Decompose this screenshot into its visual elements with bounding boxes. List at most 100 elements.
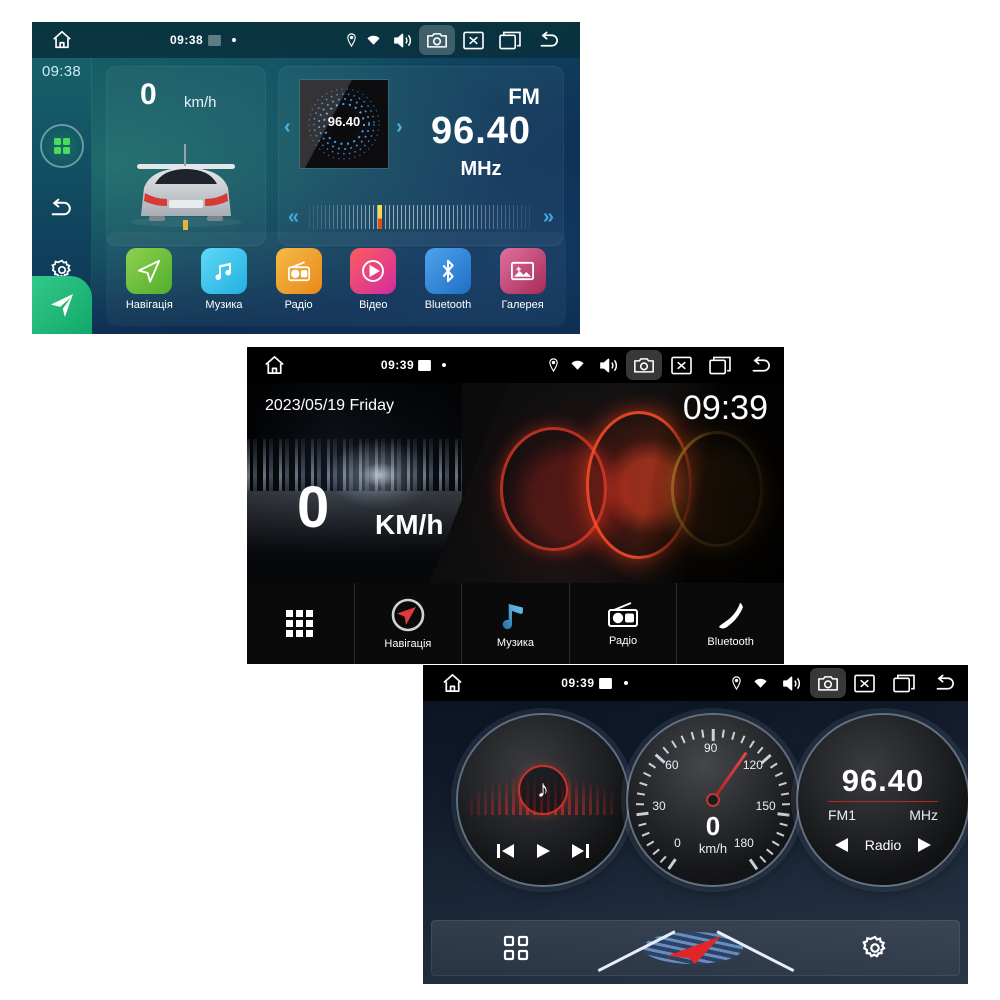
image-icon <box>595 665 618 701</box>
app-shortcut-radio[interactable]: Радіо <box>266 247 332 311</box>
app-tile <box>424 247 471 294</box>
status-clock: 09:39 <box>380 358 415 372</box>
speedometer-tick <box>731 731 736 740</box>
tuner-scale[interactable] <box>309 205 533 229</box>
app-tile <box>350 247 397 294</box>
apps-grid-icon <box>286 609 314 637</box>
recents-icon[interactable] <box>884 665 924 701</box>
speedometer-dial[interactable]: 0 30 60 90 120 150 180 0 km/h <box>628 715 798 885</box>
dock-label: Музика <box>496 637 535 649</box>
back-icon[interactable] <box>529 22 571 58</box>
speedometer-tick <box>759 855 767 863</box>
status-clock: 09:38 <box>170 33 204 47</box>
bluetooth-icon <box>442 259 454 282</box>
navigation-arrow-icon <box>51 294 73 317</box>
radio-card[interactable]: 96.40 ‹ › FM 96.40 MHz « » <box>278 66 564 246</box>
speed-unit: km/h <box>184 94 217 111</box>
home-icon[interactable] <box>247 347 303 383</box>
speedometer-tick <box>701 729 705 738</box>
radio-dial[interactable]: 96.40 FM1 MHz Radio <box>798 715 968 885</box>
speedometer-tick <box>748 740 755 749</box>
navigation-arrow-icon <box>138 259 161 283</box>
speed-value: 0 <box>297 475 330 540</box>
speedometer-hub <box>706 793 720 807</box>
prev-track-icon[interactable] <box>497 843 515 859</box>
music-note-icon <box>503 604 524 630</box>
close-icon[interactable] <box>455 22 491 58</box>
dock-item-bluetooth[interactable]: Bluetooth <box>676 583 784 664</box>
left-sidebar: 09:38 <box>32 58 92 334</box>
speedometer-tick <box>778 781 787 787</box>
app-shortcut-navigation[interactable]: Навігація <box>116 247 182 311</box>
speedometer-tick <box>671 740 678 749</box>
app-label: Галерея <box>501 298 544 311</box>
close-icon[interactable] <box>846 665 884 701</box>
dock-item-apps[interactable] <box>431 935 601 961</box>
speedometer-tick <box>636 792 646 796</box>
next-station-button[interactable]: › <box>396 116 403 139</box>
volume-icon[interactable] <box>385 22 419 58</box>
tuner-row: « » <box>278 202 564 232</box>
app-shortcut-bar: Навігація Музика Радіо Відео Bluetooth Г… <box>106 232 566 326</box>
dock-item-navigation[interactable]: Навігація <box>353 583 462 664</box>
dock-item-radio[interactable]: Радіо <box>568 583 677 664</box>
sidebar-navigation-button[interactable] <box>32 276 92 334</box>
speedometer-tick <box>780 792 790 796</box>
dock-item-settings[interactable] <box>791 934 961 962</box>
dock-item-apps[interactable] <box>247 583 354 664</box>
seek-forward-button[interactable]: » <box>533 206 564 229</box>
volume-icon[interactable] <box>590 347 626 383</box>
music-note-button[interactable]: ♪ <box>518 765 568 815</box>
seek-back-button[interactable]: « <box>278 206 309 229</box>
radio-frequency: 96.40 <box>841 763 925 798</box>
radio-frequency: 96.40 <box>430 110 532 152</box>
play-icon[interactable] <box>535 843 551 859</box>
location-icon <box>542 347 564 383</box>
app-shortcut-gallery[interactable]: Галерея <box>490 247 556 311</box>
back-icon <box>51 198 71 215</box>
camera-icon[interactable] <box>626 350 662 380</box>
camera-icon[interactable] <box>419 25 456 55</box>
app-shortcut-video[interactable]: Відео <box>340 247 406 311</box>
back-icon[interactable] <box>924 665 968 701</box>
app-tile <box>275 247 322 294</box>
recents-icon[interactable] <box>700 347 740 383</box>
sidebar-apps-button[interactable] <box>32 122 92 170</box>
prev-station-button[interactable]: ‹ <box>284 116 291 139</box>
home-icon[interactable] <box>423 665 481 701</box>
camera-icon[interactable] <box>809 668 846 698</box>
dock-item-navigation[interactable] <box>597 924 794 972</box>
app-shortcut-bluetooth[interactable]: Bluetooth <box>415 247 481 311</box>
main-area: 0 km/h 96.40 ‹ › FM 96.40 MHz « » Навіга… <box>92 58 580 334</box>
bottom-dock: Навігація Музика Радіо Bluetooth <box>247 583 784 664</box>
speed-card[interactable]: 0 km/h <box>106 66 266 246</box>
music-dial[interactable]: ♪ <box>458 715 628 885</box>
speedometer-tick <box>654 753 666 764</box>
prev-station-icon[interactable] <box>834 837 849 853</box>
car-illustration <box>130 144 242 230</box>
app-shortcut-music[interactable]: Музика <box>191 247 257 311</box>
app-label: Bluetooth <box>424 298 472 311</box>
next-track-icon[interactable] <box>571 843 589 859</box>
volume-icon[interactable] <box>774 665 810 701</box>
navigation-arrow-icon <box>666 936 721 964</box>
image-icon <box>203 22 225 58</box>
album-art: 96.40 <box>300 80 388 168</box>
sidebar-clock: 09:38 <box>41 63 82 80</box>
location-icon <box>726 665 748 701</box>
bottom-dock <box>431 920 960 976</box>
close-icon[interactable] <box>662 347 700 383</box>
status-bar: 09:39 <box>423 665 968 701</box>
next-station-icon[interactable] <box>917 837 932 853</box>
dot-icon <box>436 347 452 383</box>
app-label: Відео <box>359 298 388 311</box>
sidebar-back-button[interactable] <box>32 188 92 228</box>
speedometer-tick <box>749 858 759 870</box>
radio-icon <box>608 602 639 627</box>
radio-unit: MHz <box>909 807 938 823</box>
home-icon[interactable] <box>32 22 92 58</box>
recents-icon[interactable] <box>491 22 529 58</box>
app-label: Музика <box>205 298 243 311</box>
dock-item-music[interactable]: Музика <box>461 583 569 664</box>
back-icon[interactable] <box>740 347 784 383</box>
